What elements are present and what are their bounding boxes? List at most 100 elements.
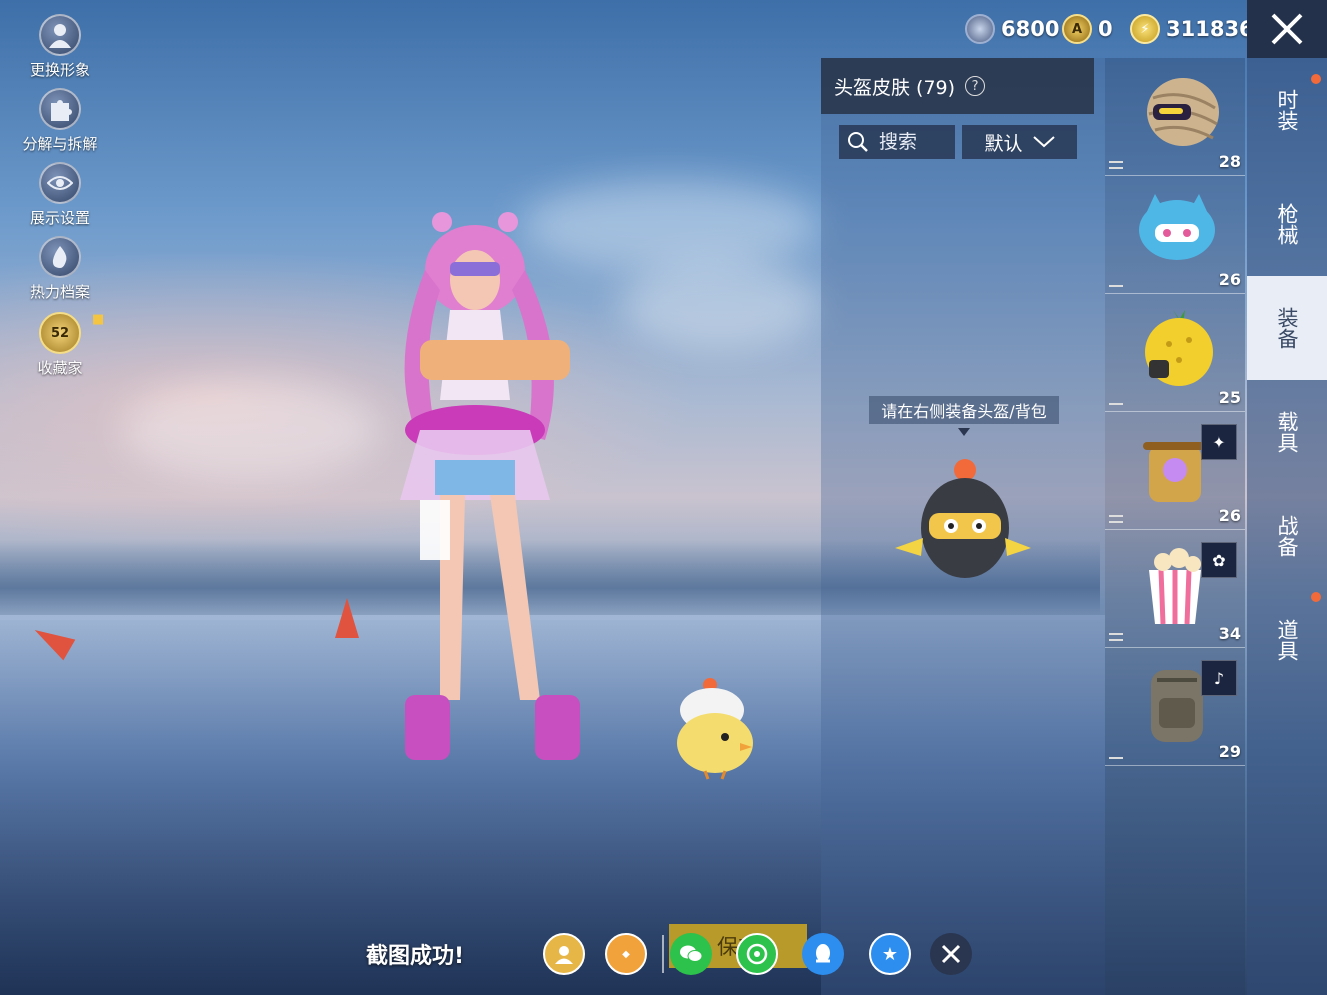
decompose-button[interactable]: 分解与拆解 — [12, 88, 108, 154]
equip-hint: 请在右侧装备头盔/背包 — [869, 396, 1059, 424]
tab-vehicles[interactable]: 载具 — [1247, 380, 1327, 484]
share-qq-button[interactable] — [802, 933, 844, 975]
item-count: 25 — [1218, 388, 1241, 407]
puzzle-icon — [39, 88, 81, 130]
tab-items[interactable]: 道具 — [1247, 588, 1327, 692]
item-slot[interactable]: ✿ 34 — [1105, 530, 1245, 648]
search-box[interactable] — [839, 125, 955, 159]
item-slot[interactable]: ♪ 29 — [1105, 648, 1245, 766]
gift-icon: ■ — [92, 312, 105, 327]
item-count: 26 — [1218, 270, 1241, 289]
star-icon: ★ — [881, 943, 899, 965]
display-settings-button[interactable]: 展示设置 — [12, 162, 108, 228]
item-drag-handle — [1109, 285, 1123, 287]
share-divider — [662, 935, 664, 973]
wechat-icon — [680, 945, 703, 962]
hint-arrow — [958, 428, 970, 436]
item-count: 29 — [1218, 742, 1241, 761]
share-qzone-button[interactable]: ★ — [869, 933, 911, 975]
item-slot[interactable]: 28 — [1105, 58, 1245, 176]
item-count: 34 — [1218, 624, 1241, 643]
helmet-preview — [895, 459, 1031, 578]
tab-tactical[interactable]: 战备 — [1247, 484, 1327, 588]
change-appearance-button[interactable]: 更换形象 — [12, 14, 108, 80]
search-input[interactable] — [879, 131, 949, 153]
item-drag-handle — [1109, 161, 1123, 169]
tab-fashion[interactable]: 时装 — [1247, 58, 1327, 162]
gold-amount: 0 — [1098, 17, 1113, 41]
category-tabs: 时装 枪械 装备 载具 战备 道具 — [1247, 58, 1327, 995]
tab-label: 战备 — [1275, 515, 1299, 557]
bottom-share-bar: 截图成功! 保存 ◆ ★ — [0, 915, 1105, 995]
avatar-icon — [555, 946, 573, 964]
avatar-icon — [39, 14, 81, 56]
collector-level: 52 — [50, 325, 70, 341]
item-slot[interactable]: 26 — [1105, 176, 1245, 294]
item-drag-handle — [1109, 403, 1123, 405]
moments-icon — [746, 943, 768, 965]
sort-select[interactable]: 默认 — [962, 125, 1077, 159]
change-appearance-label: 更换形象 — [29, 61, 90, 79]
notification-dot — [1311, 74, 1321, 84]
item-drag-handle — [1109, 757, 1123, 759]
heat-archive-button[interactable]: 热力档案 — [12, 236, 108, 302]
tab-label: 枪械 — [1275, 203, 1299, 245]
close-share-button[interactable] — [930, 933, 972, 975]
item-drag-handle — [1109, 515, 1123, 523]
close-icon — [1271, 13, 1303, 45]
heat-archive-label: 热力档案 — [29, 283, 90, 301]
helmet-cat-icon — [1139, 194, 1215, 260]
skin-type-tag: ♪ — [1201, 660, 1237, 696]
eye-icon — [39, 162, 81, 204]
silver-coin-icon — [965, 14, 995, 44]
skin-type-tag: ✦ — [1201, 424, 1237, 460]
tab-weapons[interactable]: 枪械 — [1247, 172, 1327, 276]
lightning-amount: 311836 — [1166, 17, 1254, 41]
close-button[interactable] — [1247, 0, 1327, 58]
panel-header: 头盔皮肤 (79) ? — [821, 58, 1094, 114]
item-slot[interactable]: 25 — [1105, 294, 1245, 412]
share-moments-button[interactable] — [736, 933, 778, 975]
share-wechat-button[interactable] — [670, 933, 712, 975]
share-avatar-button[interactable] — [543, 933, 585, 975]
gold-coin-icon: A — [1062, 14, 1092, 44]
decompose-label: 分解与拆解 — [22, 135, 98, 153]
game-logo-icon: ◆ — [622, 948, 630, 960]
item-count: 26 — [1218, 506, 1241, 525]
lightning-coin-icon: ⚡ — [1130, 14, 1160, 44]
chevron-down-icon — [1032, 136, 1055, 148]
sort-label: 默认 — [984, 132, 1023, 155]
tab-label: 时装 — [1275, 89, 1299, 131]
currency-silver[interactable]: 6800 — [965, 12, 1059, 46]
collector-label: 收藏家 — [37, 359, 83, 377]
notification-dot — [1311, 592, 1321, 602]
close-icon — [941, 944, 961, 964]
item-slot[interactable]: ✦ 26 — [1105, 412, 1245, 530]
tab-label: 载具 — [1275, 411, 1299, 453]
tab-label: 道具 — [1275, 619, 1299, 661]
skin-type-tag: ✿ — [1201, 542, 1237, 578]
collector-button[interactable]: 52 ■ 收藏家 — [12, 312, 108, 378]
item-drag-handle — [1109, 633, 1123, 641]
qq-icon — [816, 944, 830, 963]
panel-title: 头盔皮肤 (79) — [834, 76, 956, 99]
screenshot-success-text: 截图成功! — [366, 944, 465, 969]
helmet-skin-panel: 头盔皮肤 (79) ? 默认 请在右侧装备头盔/背包 — [821, 58, 1105, 995]
currency-gold[interactable]: A 0 — [1062, 12, 1113, 46]
silver-amount: 6800 — [1001, 17, 1060, 41]
item-list: 28 26 25 ✦ 26 ✿ 34 ♪ 29 — [1105, 58, 1245, 995]
cloud — [120, 380, 380, 480]
traffic-cone — [335, 598, 359, 638]
helmet-mummy-icon — [1147, 78, 1219, 146]
flame-icon — [39, 236, 81, 278]
helmet-pineapple-icon — [1145, 310, 1213, 386]
display-settings-label: 展示设置 — [29, 209, 90, 227]
collector-badge-icon: 52 — [39, 312, 81, 354]
tab-equipment[interactable]: 装备 — [1247, 276, 1327, 380]
tab-label: 装备 — [1275, 307, 1299, 349]
help-icon[interactable]: ? — [965, 76, 986, 96]
currency-lightning[interactable]: ⚡ 311836 — [1130, 12, 1254, 46]
cloud — [620, 260, 820, 350]
item-count: 28 — [1218, 152, 1241, 171]
share-game-logo-button[interactable]: ◆ — [605, 933, 647, 975]
